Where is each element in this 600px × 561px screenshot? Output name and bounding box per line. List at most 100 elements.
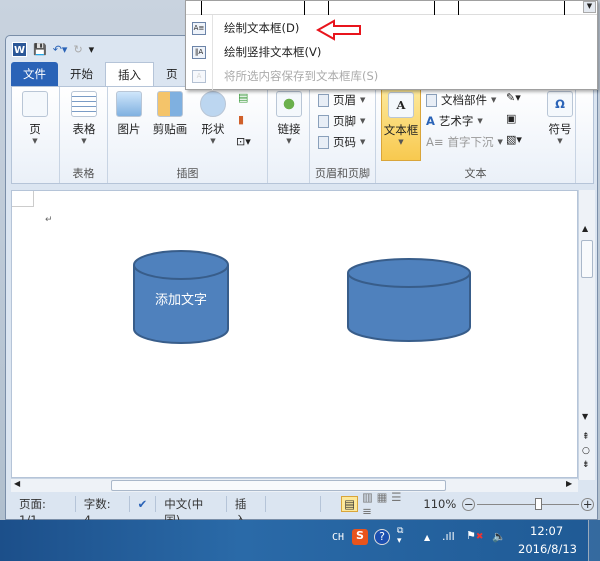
- page-icon: [22, 91, 48, 117]
- group-pages: 页 ▼: [12, 87, 60, 183]
- clock-time[interactable]: 12:07: [530, 524, 563, 538]
- ribbon-tabs: 文件 开始 插入 页: [11, 62, 190, 86]
- group-label: 插图: [176, 167, 199, 180]
- quick-parts-icon: [426, 93, 437, 107]
- group-header-footer: 页眉 ▼ 页脚 ▼ 页码 ▼ 页眉和页脚: [310, 87, 376, 183]
- help-icon[interactable]: ?: [374, 529, 390, 545]
- scroll-thumb[interactable]: [581, 240, 593, 278]
- gallery-scroll-icon[interactable]: ▼: [583, 1, 596, 13]
- vertical-scrollbar[interactable]: ▲ ▼ ⇞ ○ ⇟: [578, 190, 595, 480]
- scroll-right-icon[interactable]: ▶: [566, 479, 572, 488]
- shape-text[interactable]: 添加文字: [132, 289, 230, 308]
- label: 绘制竖排文本框(V): [224, 45, 322, 59]
- cylinder-shape[interactable]: [346, 257, 472, 345]
- ime-indicator[interactable]: CH: [332, 532, 344, 543]
- show-hidden-icons[interactable]: ▲: [424, 533, 430, 542]
- label: 图片: [117, 122, 141, 136]
- redo-icon[interactable]: ↻: [73, 43, 82, 56]
- shapes-button[interactable]: 形状 ▼: [196, 91, 230, 145]
- label: 艺术字: [438, 114, 474, 128]
- group-symbols: Ω 符号 ▼: [540, 87, 580, 183]
- label: 表格: [72, 122, 96, 136]
- quick-parts-button[interactable]: 文档部件 ▼: [426, 92, 496, 108]
- sogou-icon[interactable]: S: [352, 529, 368, 545]
- proofing-icon[interactable]: ✔: [130, 496, 157, 512]
- browse-object-icons[interactable]: ⇞ ○ ⇟: [582, 430, 590, 472]
- page-button[interactable]: 页 ▼: [20, 91, 50, 145]
- network-icon[interactable]: .ıll: [442, 530, 455, 543]
- view-mode-icons[interactable]: ▥ ▦ ☰ ≡: [362, 490, 413, 518]
- clipart-button[interactable]: 剪贴画: [150, 91, 190, 137]
- scroll-down-icon[interactable]: ▼: [582, 412, 588, 421]
- menu-item-draw-textbox[interactable]: A≡ 绘制文本框(D): [186, 17, 597, 39]
- menu-item-save-to-gallery: A 将所选内容保存到文本框库(S): [186, 65, 597, 87]
- label: 形状: [201, 122, 225, 136]
- word-count[interactable]: 字数: 4: [76, 496, 130, 527]
- header-icon: [318, 93, 329, 107]
- date-time-icon[interactable]: ▣: [506, 112, 516, 125]
- dropcap-button[interactable]: A≡ 首字下沉 ▼: [426, 134, 503, 150]
- gallery-strip: ▼: [186, 1, 597, 15]
- label: 文档部件: [441, 93, 487, 107]
- action-center-flag-icon[interactable]: ⚑✖: [466, 529, 483, 542]
- spacer: [266, 496, 322, 512]
- tab-home[interactable]: 开始: [58, 62, 105, 86]
- clock-date[interactable]: 2016/8/13: [518, 542, 577, 556]
- picture-button[interactable]: 图片: [112, 91, 146, 137]
- save-icon[interactable]: 💾: [33, 43, 47, 56]
- textbox-icon: A≡: [192, 21, 206, 35]
- show-desktop-button[interactable]: [588, 520, 600, 561]
- volume-icon[interactable]: 🔈: [492, 530, 506, 543]
- tab-file[interactable]: 文件: [11, 62, 58, 86]
- print-layout-icon[interactable]: ▤: [341, 496, 359, 512]
- zoom-in-icon[interactable]: +: [581, 497, 595, 511]
- tab-insert[interactable]: 插入: [105, 62, 154, 86]
- undo-icon[interactable]: ↶▾: [53, 43, 68, 56]
- customize-qat-icon[interactable]: ▾: [89, 43, 95, 56]
- label: 首字下沉: [447, 135, 494, 149]
- word-logo-icon: W: [12, 41, 27, 57]
- table-button[interactable]: 表格 ▼: [66, 91, 102, 145]
- language[interactable]: 中文(中国): [156, 496, 227, 527]
- header-button[interactable]: 页眉 ▼: [318, 92, 365, 108]
- screenshot-icon[interactable]: ⊡▾: [236, 135, 251, 148]
- zoom-level[interactable]: 110%: [423, 497, 456, 511]
- group-label: 表格: [72, 167, 95, 180]
- table-icon: [71, 91, 97, 117]
- word-window: W 💾 ↶▾ ↻ ▾ 文件 开始 插入 页 页 ▼ 表格 ▼ 表格 图片 剪贴画 形…: [5, 35, 598, 527]
- document-page[interactable]: ↵ 添加文字: [11, 190, 578, 478]
- link-button[interactable]: 链接 ▼: [272, 91, 306, 145]
- label: 页: [29, 122, 41, 136]
- zoom-slider-thumb[interactable]: [535, 497, 543, 510]
- group-links: 链接 ▼: [268, 87, 310, 183]
- signature-line-icon[interactable]: ✎▾: [506, 91, 521, 104]
- link-icon: [276, 91, 302, 117]
- insert-mode[interactable]: 插入: [227, 496, 267, 527]
- taskbar: CH S ? ⧉ ▾ ▲ .ıll ⚑✖ 🔈 12:07 2016/8/13: [0, 520, 600, 561]
- chart-icon[interactable]: ▮: [238, 113, 244, 126]
- omega-icon: Ω: [547, 91, 573, 117]
- zoom-slider[interactable]: [477, 497, 580, 510]
- red-arrow-annotation: [316, 19, 361, 41]
- scroll-up-icon[interactable]: ▲: [582, 224, 588, 233]
- object-icon[interactable]: ▧▾: [506, 133, 522, 146]
- scroll-left-icon[interactable]: ◀: [14, 479, 20, 488]
- ime-options-icon[interactable]: ⧉ ▾: [397, 526, 403, 546]
- symbol-button[interactable]: Ω 符号 ▼: [544, 91, 576, 145]
- picture-icon: [116, 91, 142, 117]
- horizontal-scrollbar[interactable]: ◀ ▶: [11, 478, 578, 492]
- label: 页眉: [333, 93, 356, 107]
- label: 符号: [548, 122, 572, 136]
- textbox-button[interactable]: A 文本框 ▼: [381, 88, 421, 161]
- status-bar: 页面: 1/1 字数: 4 ✔ 中文(中国) 插入 ▤ ▥ ▦ ☰ ≡ 110%…: [11, 490, 595, 527]
- page-count[interactable]: 页面: 1/1: [11, 496, 76, 527]
- label: 将所选内容保存到文本框库(S): [224, 69, 379, 83]
- shapes-icon: [200, 91, 226, 117]
- footer-button[interactable]: 页脚 ▼: [318, 113, 365, 129]
- menu-item-draw-vertical-textbox[interactable]: ‖A 绘制竖排文本框(V): [186, 41, 597, 63]
- wordart-button[interactable]: A 艺术字 ▼: [426, 113, 483, 129]
- label: 页脚: [333, 114, 356, 128]
- smartart-icon[interactable]: ▤: [238, 91, 248, 104]
- page-number-button[interactable]: 页码 ▼: [318, 134, 365, 150]
- zoom-out-icon[interactable]: −: [462, 497, 476, 511]
